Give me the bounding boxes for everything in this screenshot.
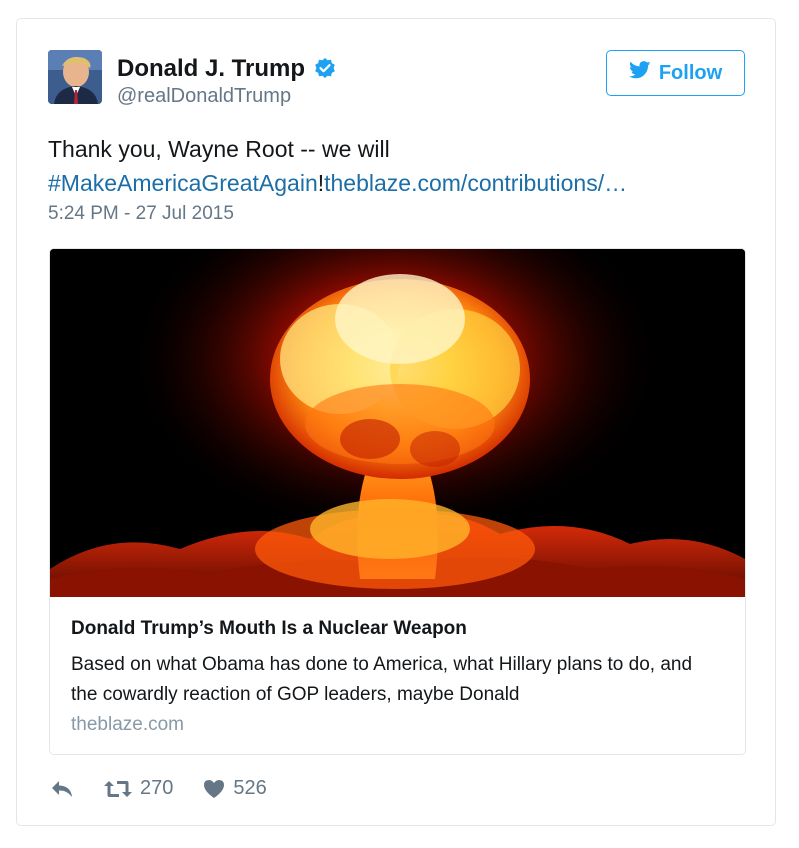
card-title[interactable]: Donald Trump’s Mouth Is a Nuclear Weapon xyxy=(71,618,467,640)
heart-icon xyxy=(203,779,225,799)
card-description: Based on what Obama has done to America,… xyxy=(71,654,693,705)
tweet-actions: 270 526 xyxy=(50,777,267,800)
like-button[interactable]: 526 xyxy=(203,777,267,800)
reply-button[interactable] xyxy=(50,779,74,799)
retweet-icon xyxy=(104,779,132,799)
like-count: 526 xyxy=(233,777,267,799)
url-link[interactable]: theblaze.com/contributions/… xyxy=(324,170,627,196)
author-name[interactable]: Donald J. Trump xyxy=(117,55,305,83)
card-image[interactable] xyxy=(50,249,745,597)
retweet-button[interactable]: 270 xyxy=(104,777,173,800)
card-domain: theblaze.com xyxy=(71,714,185,735)
hashtag-link[interactable]: #MakeAmericaGreatAgain xyxy=(48,170,318,196)
tweet-timestamp[interactable]: 5:24 PM - 27 Jul 2015 xyxy=(48,203,234,225)
tweet-card: Donald J. Trump @realDonaldTrump Follow … xyxy=(16,18,776,826)
twitter-bird-icon xyxy=(628,61,651,85)
link-card[interactable]: Donald Trump’s Mouth Is a Nuclear Weapon… xyxy=(49,248,746,755)
tweet-text-prefix: Thank you, Wayne Root -- we will xyxy=(48,136,390,162)
avatar[interactable] xyxy=(48,50,102,104)
author-handle[interactable]: @realDonaldTrump xyxy=(117,85,291,108)
tweet-text: Thank you, Wayne Root -- we will #MakeAm… xyxy=(48,132,748,200)
follow-button[interactable]: Follow xyxy=(606,50,745,96)
verified-badge-icon xyxy=(313,57,337,81)
follow-label: Follow xyxy=(658,61,723,84)
author-name-row[interactable]: Donald J. Trump xyxy=(117,55,337,83)
retweet-count: 270 xyxy=(140,777,174,799)
reply-icon xyxy=(50,779,74,799)
